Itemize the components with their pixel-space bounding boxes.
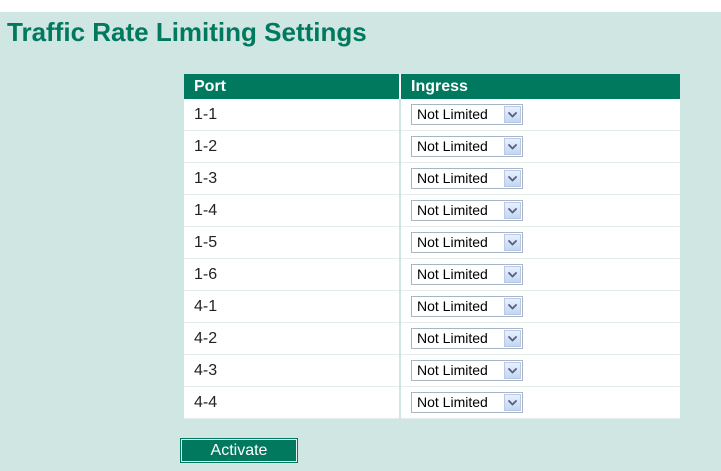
table-row: 1-4 Not Limited <box>184 194 680 227</box>
ingress-cell: Not Limited <box>400 354 680 387</box>
port-cell: 4-3 <box>184 354 401 387</box>
ingress-rate-value: Not Limited <box>417 170 488 186</box>
table-row: 1-3 Not Limited <box>184 162 680 195</box>
page-title: Traffic Rate Limiting Settings <box>7 17 367 47</box>
chevron-down-icon[interactable] <box>504 394 521 411</box>
ingress-cell: Not Limited <box>400 386 680 419</box>
port-cell: 1-6 <box>184 258 401 291</box>
table-row: 4-3 Not Limited <box>184 354 680 387</box>
rate-limit-table: Port Ingress 1-1 Not Limited 1-2 Not Limite… <box>184 74 680 419</box>
port-cell: 4-2 <box>184 322 401 355</box>
chevron-down-icon[interactable] <box>504 138 521 155</box>
ingress-rate-select[interactable]: Not Limited <box>411 232 523 253</box>
ingress-rate-value: Not Limited <box>417 106 488 122</box>
ingress-cell: Not Limited <box>400 99 680 131</box>
chevron-down-icon[interactable] <box>504 202 521 219</box>
ingress-cell: Not Limited <box>400 226 680 259</box>
table-header-row: Port Ingress <box>184 74 680 99</box>
chevron-down-icon[interactable] <box>504 266 521 283</box>
table-row: 4-1 Not Limited <box>184 290 680 323</box>
port-cell: 1-4 <box>184 194 401 227</box>
ingress-cell: Not Limited <box>400 162 680 195</box>
ingress-cell: Not Limited <box>400 290 680 323</box>
ingress-rate-select[interactable]: Not Limited <box>411 360 523 381</box>
ingress-rate-select[interactable]: Not Limited <box>411 200 523 221</box>
ingress-rate-value: Not Limited <box>417 362 488 378</box>
ingress-cell: Not Limited <box>400 130 680 163</box>
ingress-cell: Not Limited <box>400 194 680 227</box>
chevron-down-icon[interactable] <box>504 298 521 315</box>
ingress-rate-select[interactable]: Not Limited <box>411 328 523 349</box>
table-row: 1-1 Not Limited <box>184 99 680 131</box>
port-cell: 1-3 <box>184 162 401 195</box>
table-row: 4-4 Not Limited <box>184 386 680 419</box>
chevron-down-icon[interactable] <box>504 106 521 123</box>
chevron-down-icon[interactable] <box>504 330 521 347</box>
ingress-rate-value: Not Limited <box>417 394 488 410</box>
table-body: 1-1 Not Limited 1-2 Not Limited 1-3 Not Limit… <box>184 99 680 419</box>
ingress-rate-select[interactable]: Not Limited <box>411 168 523 189</box>
ingress-rate-select[interactable]: Not Limited <box>411 264 523 285</box>
table-row: 1-5 Not Limited <box>184 226 680 259</box>
ingress-column-header: Ingress <box>400 74 680 99</box>
port-cell: 4-4 <box>184 386 401 419</box>
port-cell: 4-1 <box>184 290 401 323</box>
port-cell: 1-1 <box>184 99 401 131</box>
ingress-rate-value: Not Limited <box>417 234 488 250</box>
chevron-down-icon[interactable] <box>504 170 521 187</box>
port-cell: 1-5 <box>184 226 401 259</box>
ingress-rate-value: Not Limited <box>417 266 488 282</box>
ingress-cell: Not Limited <box>400 258 680 291</box>
chevron-down-icon[interactable] <box>504 362 521 379</box>
table-row: 4-2 Not Limited <box>184 322 680 355</box>
ingress-cell: Not Limited <box>400 322 680 355</box>
port-column-header: Port <box>184 74 401 99</box>
ingress-rate-select[interactable]: Not Limited <box>411 392 523 413</box>
table-row: 1-6 Not Limited <box>184 258 680 291</box>
ingress-rate-value: Not Limited <box>417 298 488 314</box>
ingress-rate-value: Not Limited <box>417 330 488 346</box>
table-row: 1-2 Not Limited <box>184 130 680 163</box>
ingress-rate-select[interactable]: Not Limited <box>411 104 523 125</box>
ingress-rate-select[interactable]: Not Limited <box>411 136 523 157</box>
ingress-rate-value: Not Limited <box>417 138 488 154</box>
ingress-rate-select[interactable]: Not Limited <box>411 296 523 317</box>
activate-button[interactable]: Activate <box>180 438 298 463</box>
port-cell: 1-2 <box>184 130 401 163</box>
chevron-down-icon[interactable] <box>504 234 521 251</box>
ingress-rate-value: Not Limited <box>417 202 488 218</box>
